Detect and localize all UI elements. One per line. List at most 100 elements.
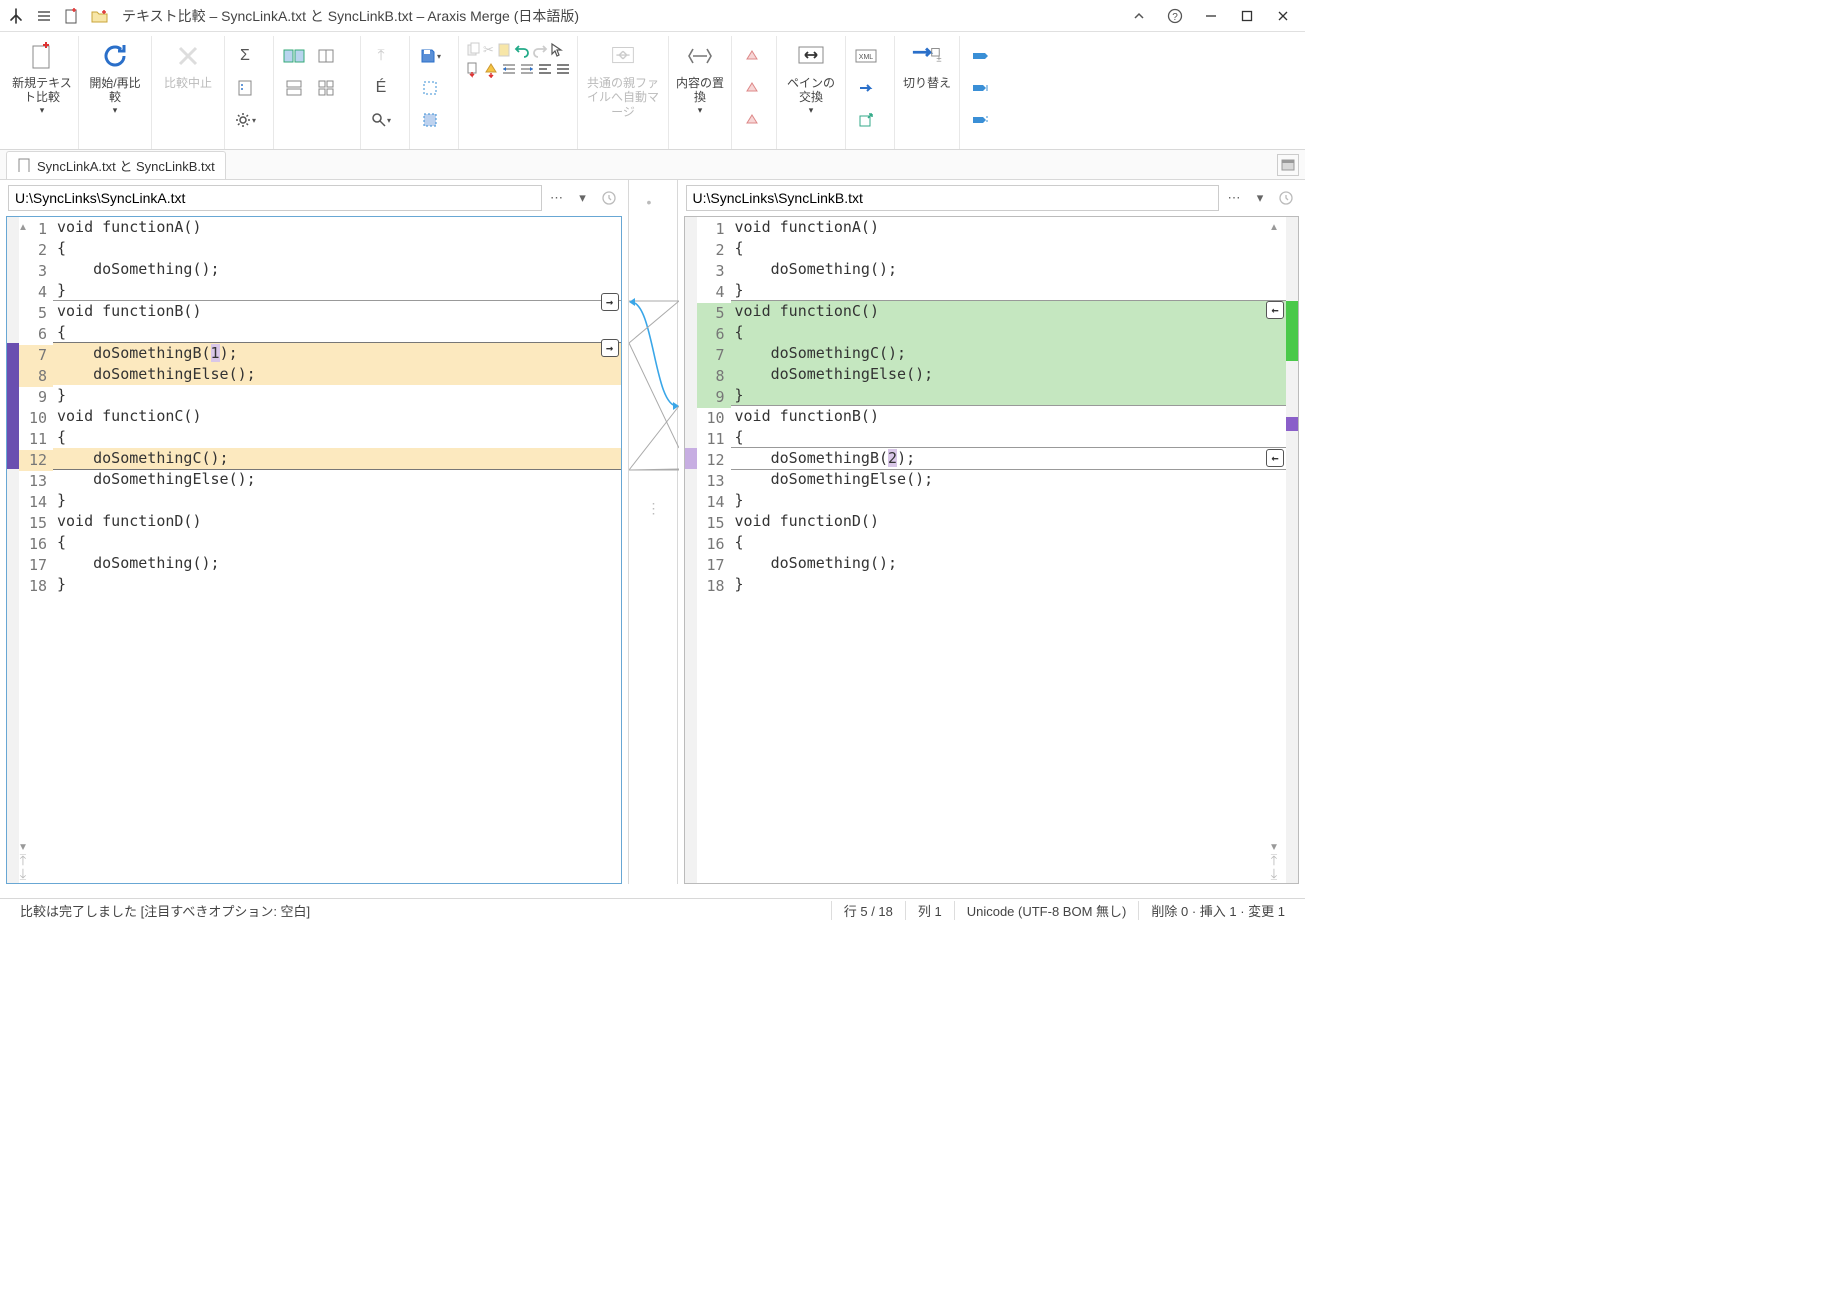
notes-icon[interactable] [231,74,259,102]
select-icon[interactable] [416,74,444,102]
code-line: void functionB() [731,406,1287,427]
conflict-down-icon[interactable] [738,106,766,134]
settings-icon[interactable]: ▾ [231,106,259,134]
code-line: { [731,427,1287,448]
new-file-icon [26,40,58,72]
warning-down-icon[interactable] [483,62,499,78]
search-icon[interactable]: ▾ [367,106,395,134]
right-code[interactable]: void functionA() { doSomething(); } void… [731,217,1287,883]
copy-icon[interactable] [465,42,481,58]
insert-down-icon[interactable] [465,62,481,78]
tab-strip: SyncLinkA.txt と SyncLinkB.txt [0,150,1305,180]
marker-list2-icon[interactable] [966,106,994,134]
left-code[interactable]: void functionA() { doSomething(); } void… [53,217,621,883]
code-line: { [53,532,621,553]
layout-grid-icon[interactable] [312,74,340,102]
left-editor[interactable]: 1234 56789 1011121314 15161718 void func… [6,216,622,884]
title-bar: テキスト比較 – SyncLinkA.txt と SyncLinkB.txt –… [0,0,1305,32]
minimize-button[interactable] [1193,2,1229,30]
right-editor[interactable]: 1234 56789 1011121314 15161718 void func… [684,216,1300,884]
maximize-button[interactable] [1229,2,1265,30]
sigma-icon[interactable]: Σ [231,42,259,70]
indent-right-icon[interactable] [519,62,535,78]
start-recompare-button[interactable]: 開始/再比較▾ [85,40,145,116]
help-icon[interactable]: ? [1157,2,1193,30]
undo-icon[interactable] [514,42,530,58]
code-line: } [731,574,1287,595]
conflict-mid-icon[interactable] [738,74,766,102]
redo-icon[interactable] [532,42,548,58]
right-history-icon[interactable] [1275,187,1297,209]
merge-right-button[interactable]: → [601,293,619,311]
label: 切り替え [903,76,951,90]
hamburger-icon[interactable] [32,4,56,28]
left-path-input[interactable] [8,185,542,211]
indent-left-icon[interactable] [501,62,517,78]
merge-left-button[interactable]: ← [1266,449,1284,467]
collapse-ribbon-icon[interactable] [1121,2,1157,30]
conflict-up-icon[interactable] [738,42,766,70]
merge-right-button[interactable]: → [601,339,619,357]
swap-panes-button[interactable]: ペインの交換▾ [783,40,839,116]
layout-single-icon[interactable] [312,42,340,70]
paste-icon[interactable] [496,42,512,58]
status-column: 列 1 [905,901,954,920]
align-icon[interactable] [537,62,553,78]
replace-content-button[interactable]: 内容の置換▾ [675,40,725,116]
marker-list1-icon[interactable] [966,74,994,102]
code-line: doSomethingElse(); [53,469,621,490]
label: 共通の親ファイルへ自動マージ [584,76,662,119]
label: 新規テキスト比較 [12,76,72,105]
marker-blue-icon[interactable] [966,42,994,70]
layout-vert-icon[interactable] [280,74,308,102]
xml-icon[interactable]: XML [852,42,880,70]
new-folder-icon[interactable] [88,4,112,28]
right-path-dropdown-icon[interactable]: ▾ [1249,187,1271,209]
label: ペインの交換 [783,76,839,105]
label: 内容の置換 [675,76,725,105]
tab-comparison[interactable]: SyncLinkA.txt と SyncLinkB.txt [6,151,226,179]
save-icon[interactable]: ▾ [416,42,444,70]
label: 開始/再比較 [85,76,145,105]
justify-icon[interactable] [555,62,571,78]
export-green-icon[interactable] [852,106,880,134]
code-line: void functionD() [731,511,1287,532]
code-line: { [731,238,1287,259]
ribbon-toolbar: 新規テキスト比較▾ 開始/再比較▾ 比較中止 Σ ▾ ⤒ É ▾ ▾ [0,32,1305,150]
code-line: { [731,532,1287,553]
code-line: } [731,490,1287,511]
left-history-icon[interactable] [598,187,620,209]
scroll-up-icon[interactable]: ▴ [1264,219,1284,233]
layout-horiz-icon[interactable] [280,42,308,70]
app-icon [4,4,28,28]
bookmark-blue-icon[interactable] [852,74,880,102]
right-path-input[interactable] [686,185,1220,211]
new-text-compare-button[interactable]: 新規テキスト比較▾ [12,40,72,116]
find-accent-icon[interactable]: É [367,74,395,102]
cut-icon[interactable]: ✂ [483,42,494,58]
right-pane: ⋯ ▾ 1234 56789 1011121314 15161718 void … [678,180,1306,884]
stop-icon [172,40,204,72]
left-path-more-icon[interactable]: ⋯ [546,187,568,209]
link-gutter: • ⋮ [628,180,678,884]
left-path-dropdown-icon[interactable]: ▾ [572,187,594,209]
toggle-button[interactable]: ± 切り替え [901,40,953,90]
cursor-icon[interactable] [550,42,564,58]
scroll-up-icon[interactable]: ▴ [13,219,33,233]
select-all-icon[interactable] [416,106,444,134]
code-line: } [53,574,621,595]
pane-layout-icon[interactable] [1277,154,1299,176]
stop-compare-button: 比較中止 [158,40,218,90]
right-path-more-icon[interactable]: ⋯ [1223,187,1245,209]
close-button[interactable] [1265,2,1301,30]
code-line: void functionA() [731,217,1287,238]
code-line: } [53,280,621,301]
merge-left-button[interactable]: ← [1266,301,1284,319]
jump-bottom-icon[interactable]: ⤓ [1264,867,1284,881]
new-doc-icon[interactable] [60,4,84,28]
link-lines [629,216,679,884]
goto-top-icon[interactable]: ⤒ [367,42,395,70]
jump-bottom-icon[interactable]: ⤓ [13,867,33,881]
right-overview-stripe[interactable] [1286,217,1298,883]
status-position: 行 5 / 18 [831,901,905,920]
